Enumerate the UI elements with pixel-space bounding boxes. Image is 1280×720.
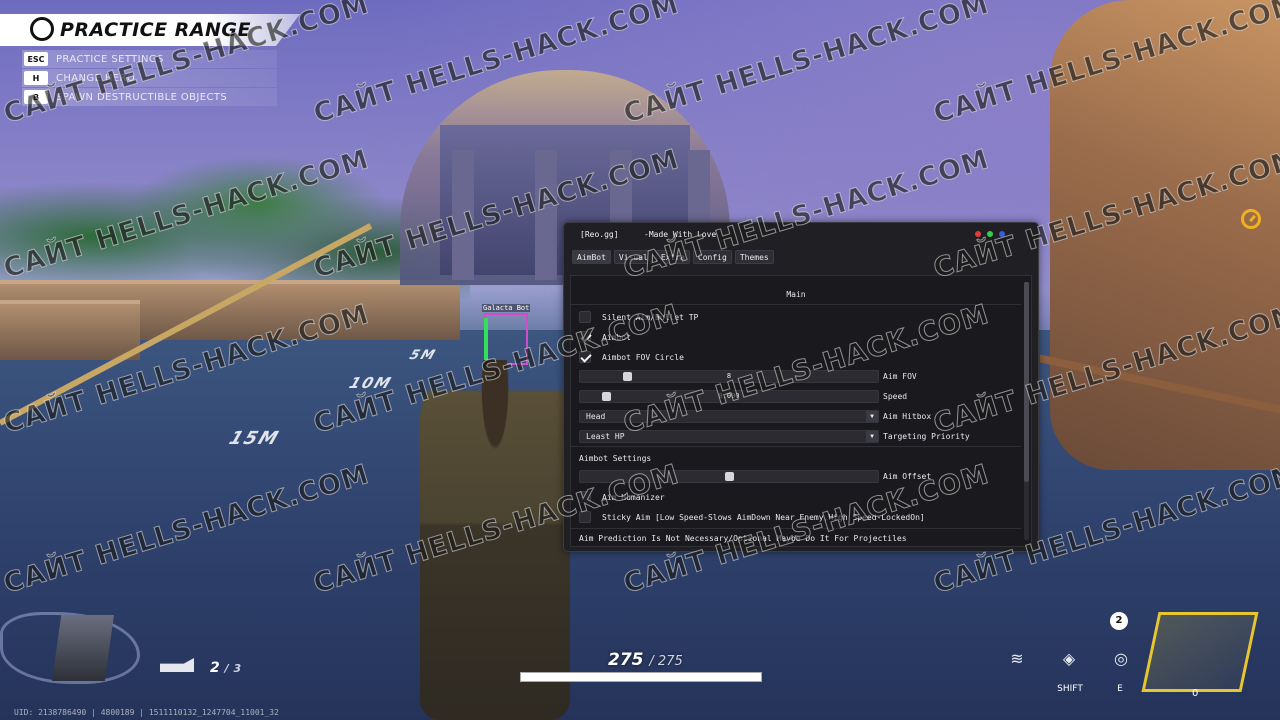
speed-label: Speed [883,392,908,401]
ammo-current: 2 [210,660,220,676]
maximize-dot-icon[interactable] [987,231,993,237]
menu-tagline: -Made With Love [644,230,717,239]
close-dot-icon[interactable] [975,231,981,237]
fov-circle-label: Aimbot FOV Circle [602,352,684,362]
tab-extra[interactable]: Extra [655,250,690,264]
chevron-down-icon[interactable]: ▼ [866,411,878,422]
aim-fov-value: 8 [726,372,732,380]
prediction-note: Aim Prediction Is Not Necessary/Optional… [579,534,907,543]
health-bar [520,672,762,682]
practice-settings-row[interactable]: ESC PRACTICE SETTINGS [22,50,277,68]
aimbot-settings-title: Aimbot Settings [579,454,652,463]
timer-icon [1241,209,1261,229]
sticky-aim-checkbox[interactable] [579,511,591,523]
divider [571,304,1021,305]
menu-titlebar[interactable]: [Reo.gg] -Made With Love [564,223,1038,247]
humanizer-label: Aim Humanizer [602,492,665,502]
minimize-dot-icon[interactable] [999,231,1005,237]
aim-hitbox-select[interactable]: Head ▼ [579,410,879,423]
dash-ability-icon: ≋ [1010,649,1024,668]
key-hint: ESC [24,52,48,66]
aimbot-row[interactable]: Aimbot [579,330,631,344]
spawn-objects-label: SPAWN DESTRUCTIBLE OBJECTS [56,91,228,103]
practice-range-logo-icon [30,17,54,41]
ammo-max: 3 [233,662,242,675]
silent-aim-label: Silent Aim/Bullet TP [602,312,699,322]
dome-pillar [535,150,557,280]
key-hint: B [24,90,48,104]
tab-aimbot[interactable]: AimBot [572,250,611,264]
aim-fov-label: Aim FOV [883,372,917,381]
practice-settings-label: PRACTICE SETTINGS [56,53,164,65]
tab-visual[interactable]: Visual [613,250,653,264]
speed-value: 8.000 [718,392,740,400]
fov-circle-row[interactable]: Aimbot FOV Circle [579,350,684,364]
hero-portrait [52,615,114,681]
ability-key-e: E [1117,684,1123,694]
practice-range-title: PRACTICE RANGE [60,19,251,41]
targeting-priority-value: Least HP [586,432,625,441]
slider-handle[interactable] [725,472,734,481]
divider [571,528,1021,529]
grapple-ability-icon: ◎ [1114,649,1128,668]
uid-text: UID: 2138786490 | 4800189 | 1511110132_1… [14,708,279,717]
spawn-objects-row[interactable]: B SPAWN DESTRUCTIBLE OBJECTS [22,88,277,106]
dome-pillar [452,150,474,280]
menu-scrollbar[interactable] [1024,282,1029,540]
ammo-separator: / [224,662,229,675]
ultimate-ability-icon [1141,612,1259,692]
target-esp-box [484,313,528,365]
player-character [420,360,570,720]
divider [571,446,1021,447]
aimbot-label: Aimbot [602,332,631,342]
silent-aim-checkbox[interactable] [579,311,591,323]
fov-circle-checkbox[interactable] [579,351,591,363]
scrollbar-thumb[interactable] [1024,282,1029,482]
health-max: / 275 [649,654,683,669]
section-title-main: Main [786,290,806,299]
aim-hitbox-label: Aim Hitbox [883,412,932,421]
change-hero-label: CHANGE HERO [56,72,136,84]
menu-tabs: AimBot Visual Extra Config Themes [572,250,774,264]
humanizer-checkbox[interactable] [579,491,591,503]
humanizer-row[interactable]: Aim Humanizer [579,490,665,504]
aim-offset-label: Aim Offset [883,472,932,481]
aim-fov-slider[interactable]: 8 [579,370,879,383]
cheat-menu-window[interactable]: [Reo.gg] -Made With Love AimBot Visual E… [563,222,1039,552]
ultimate-charge: 0 [1192,688,1199,699]
floor-marker-10m: 10M [346,374,396,392]
floor-marker-5m: 5M [407,348,439,363]
tab-themes[interactable]: Themes [734,250,774,264]
change-hero-row[interactable]: H CHANGE HERO [22,69,277,87]
ability-key-shift: SHIFT [1057,684,1083,694]
sticky-aim-row[interactable]: Sticky Aim [Low Speed-Slows AimDown Near… [579,510,925,524]
target-health-bar [484,318,488,362]
key-hint: H [24,71,48,85]
shield-ability-icon: ◈ [1062,649,1076,668]
silent-aim-row[interactable]: Silent Aim/Bullet TP [579,310,698,324]
sticky-aim-label: Sticky Aim [Low Speed-Slows AimDown Near… [602,512,925,522]
planter-wall-near [0,300,140,360]
aim-offset-slider[interactable] [579,470,879,483]
health-bar-fill [521,673,761,681]
target-bot-name: Galacta Bot [482,304,531,312]
floor-marker-15m: 15M [226,428,283,449]
menu-brand: [Reo.gg] [580,230,619,239]
targeting-priority-select[interactable]: Least HP ▼ [579,430,879,443]
targeting-priority-label: Targeting Priority [883,432,970,441]
health-readout: 275 / 275 [608,650,683,670]
aim-hitbox-value: Head [586,412,606,421]
aimbot-panel: Main Silent Aim/Bullet TP Aimbot Aimbot … [570,275,1032,547]
ability-charge-count: 2 [1110,612,1128,630]
ammo-counter: 2 / 3 [210,660,241,676]
aimbot-checkbox[interactable] [579,331,591,343]
health-current: 275 [608,650,644,670]
chevron-down-icon[interactable]: ▼ [866,431,878,442]
tab-config[interactable]: Config [692,250,732,264]
speed-slider[interactable]: 8.000 [579,390,879,403]
